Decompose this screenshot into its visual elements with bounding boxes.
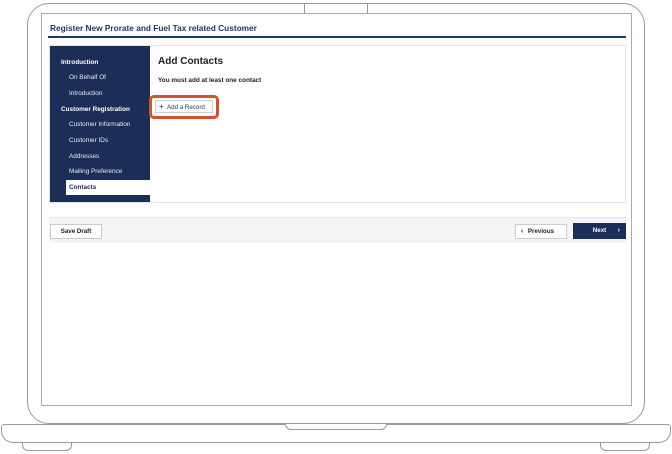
sidebar-item-customer-ids[interactable]: Customer IDs (50, 133, 150, 148)
sidebar-item-introduction[interactable]: Introduction (50, 86, 150, 101)
next-label: Next (592, 227, 607, 234)
sidebar-item-addresses[interactable]: Addresses (50, 149, 150, 164)
required-contact-message: You must add at least one contact (158, 77, 262, 84)
next-button[interactable]: Next › (573, 223, 626, 239)
sidebar-item-on-behalf-of[interactable]: On Behalf Of (50, 70, 150, 85)
sidebar-item-customer-information[interactable]: Customer Information (50, 117, 150, 132)
sidebar-section-introduction[interactable]: Introduction (50, 55, 150, 70)
sidebar-section-customer-registration[interactable]: Customer Registration (50, 102, 150, 117)
section-heading: Add Contacts (158, 56, 223, 67)
sidebar-nav: Introduction On Behalf Of Introduction C… (50, 46, 150, 202)
previous-label: Previous (527, 228, 555, 235)
sidebar-item-mailing-preference[interactable]: Mailing Preference (50, 164, 150, 179)
plus-icon: + (159, 102, 164, 111)
page-title: Register New Prorate and Fuel Tax relate… (50, 23, 257, 33)
content-panel: Introduction On Behalf Of Introduction C… (49, 45, 626, 203)
footer-actions: Save Draft ‹ Previous Next › (49, 217, 626, 243)
laptop-foot-right (600, 443, 650, 451)
add-record-button[interactable]: + Add a Record (155, 100, 213, 113)
sidebar-item-contacts[interactable]: Contacts (66, 180, 150, 195)
chevron-left-icon: ‹ (521, 228, 524, 235)
screen: Register New Prorate and Fuel Tax relate… (41, 13, 632, 406)
previous-button[interactable]: ‹ Previous (515, 224, 567, 239)
save-draft-button[interactable]: Save Draft (50, 224, 102, 239)
laptop-base-notch (285, 424, 387, 430)
add-record-label: Add a Record (167, 104, 205, 111)
app-header: Register New Prorate and Fuel Tax relate… (48, 21, 626, 38)
laptop-foot-left (22, 443, 72, 451)
chevron-right-icon: › (617, 227, 620, 234)
